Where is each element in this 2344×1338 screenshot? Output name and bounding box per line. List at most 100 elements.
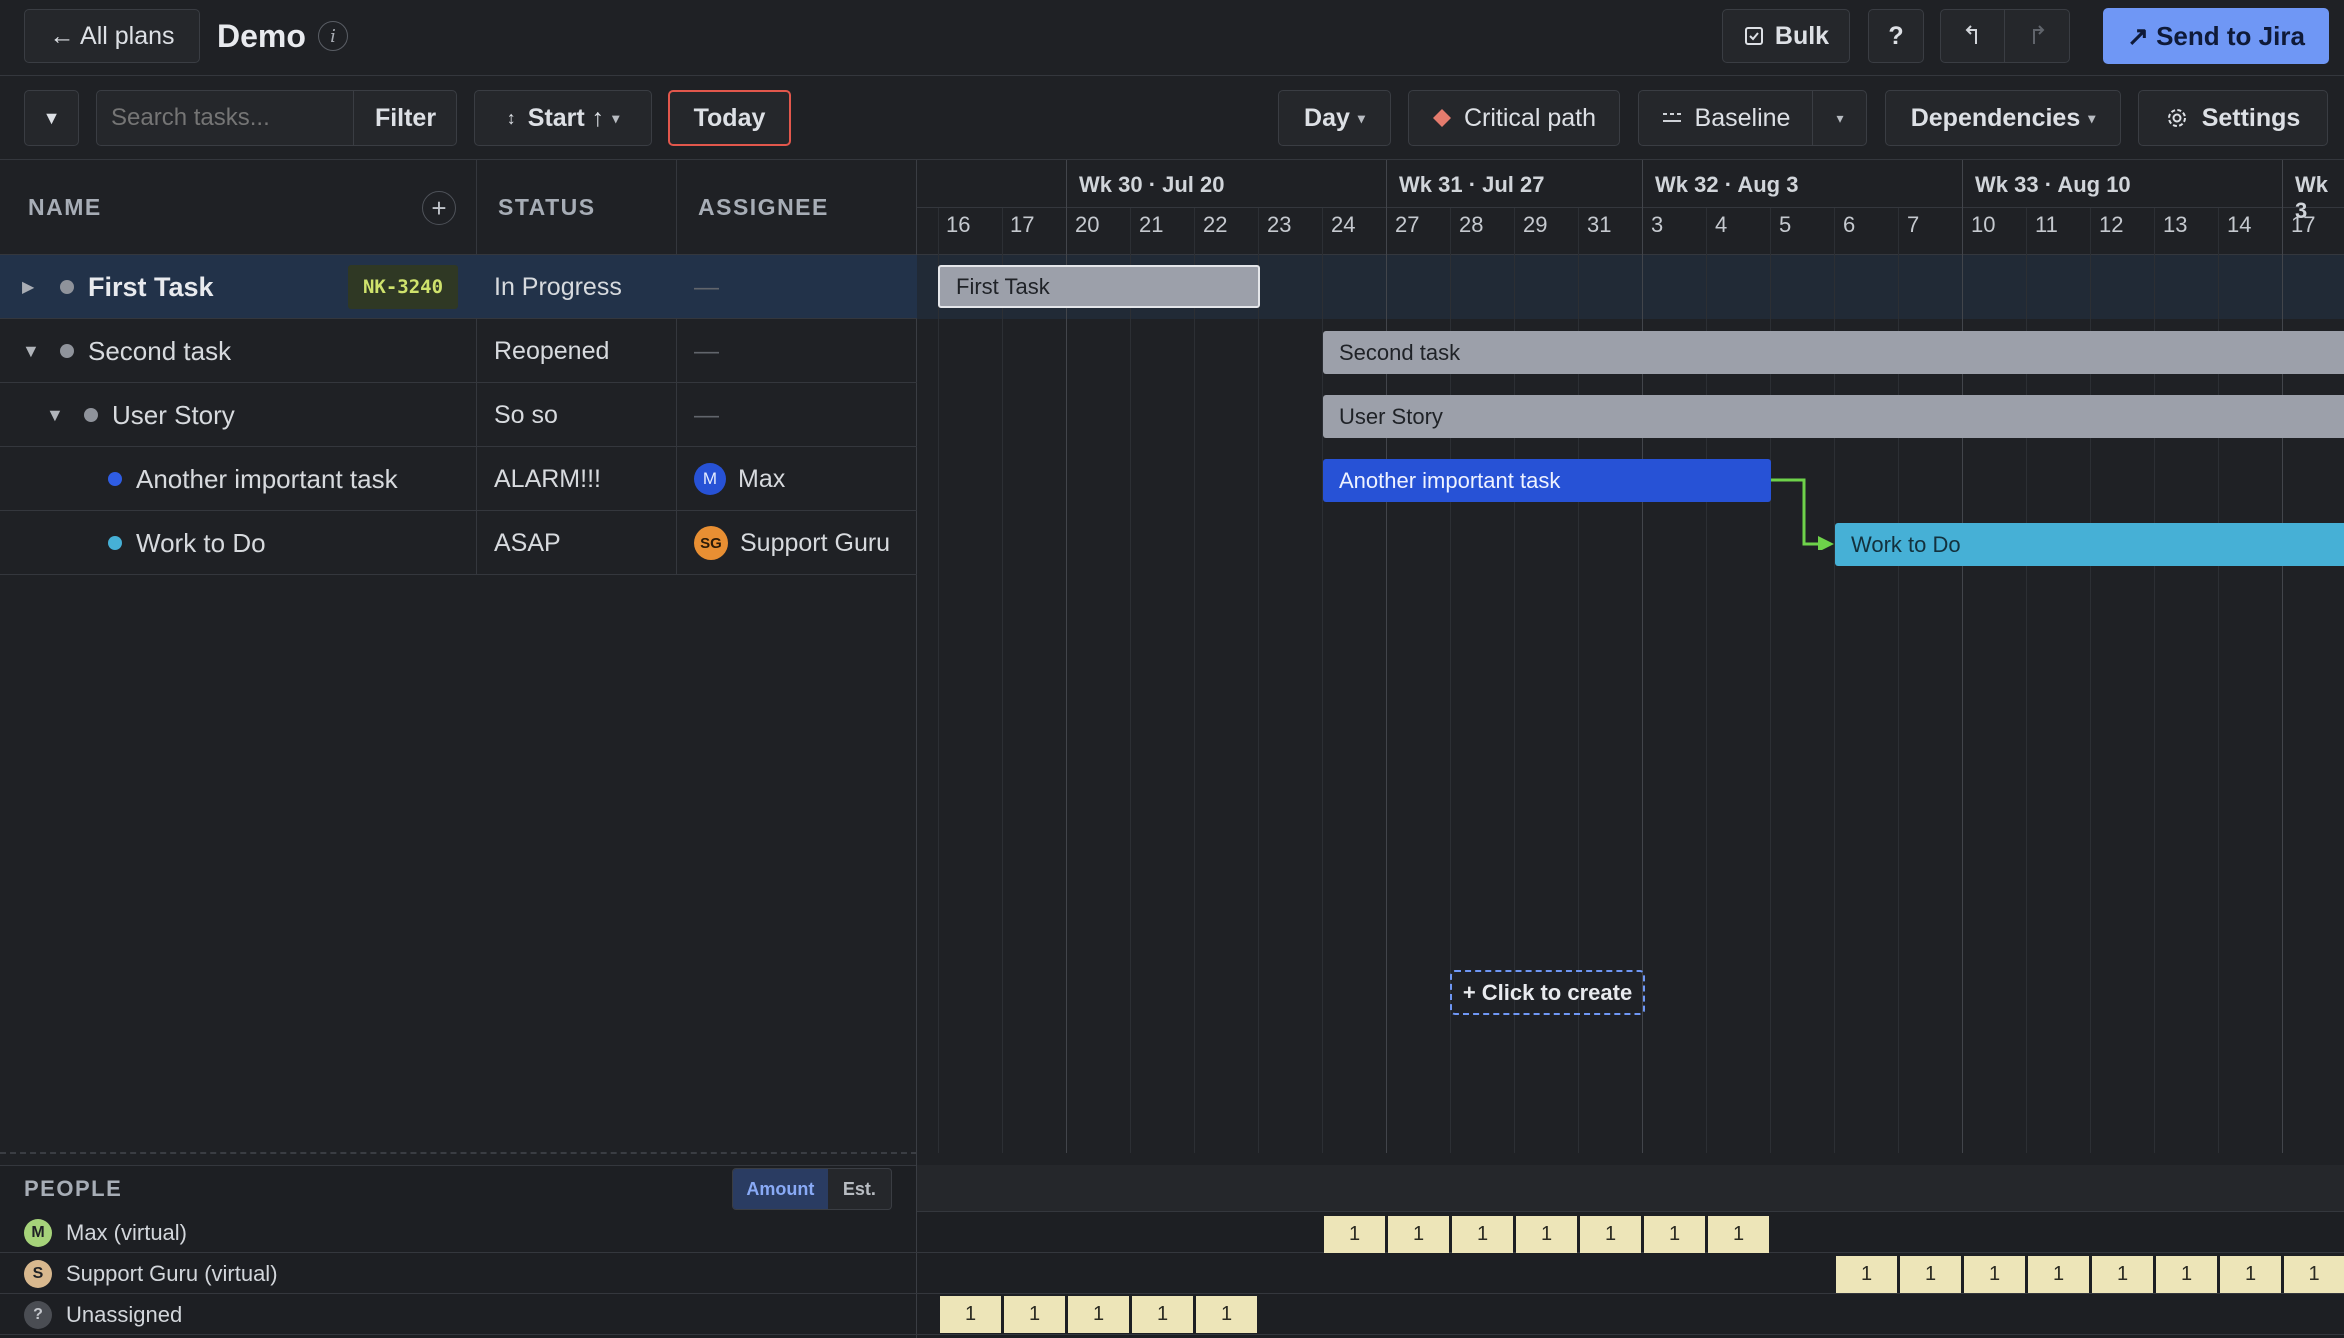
column-header-assignee[interactable]: ASSIGNEE	[698, 160, 829, 255]
baseline-label: Baseline	[1694, 103, 1791, 132]
chevron-down-icon: ▾	[2088, 109, 2096, 126]
gantt-bar-first-task[interactable]: First Task	[938, 265, 1260, 308]
toggle-amount[interactable]: Amount	[733, 1169, 828, 1209]
week-label: Wk 31 · Jul 27	[1399, 172, 1545, 197]
search-input[interactable]	[97, 91, 353, 145]
zoom-day-dropdown[interactable]: Day ▾	[1278, 90, 1391, 146]
capacity-cell[interactable]: 1	[1196, 1296, 1257, 1333]
status-dot-icon	[60, 344, 74, 358]
assignee-name: Support Guru	[740, 528, 891, 557]
status-dot-icon	[108, 536, 122, 550]
assignee-cell[interactable]: —	[694, 319, 719, 383]
capacity-cell[interactable]: 1	[1580, 1216, 1641, 1253]
dependency-arrow[interactable]	[1760, 470, 1850, 550]
capacity-cell[interactable]: 1	[1644, 1216, 1705, 1253]
capacity-cell[interactable]: 1	[2284, 1256, 2344, 1293]
redo-icon[interactable]	[2005, 10, 2069, 62]
day-label: 7	[1907, 212, 1920, 237]
avatar: S	[24, 1260, 52, 1288]
table-row[interactable]: ▼ User Story So so —	[0, 383, 917, 447]
column-header-name[interactable]: NAME	[28, 160, 102, 255]
capacity-cell[interactable]: 1	[1708, 1216, 1769, 1253]
sort-label: Start ↑	[527, 103, 605, 132]
table-row[interactable]: ▼ Second task Reopened —	[0, 319, 917, 383]
baseline-dropdown[interactable]: ▾	[1812, 91, 1867, 145]
help-button[interactable]: ?	[1868, 9, 1924, 63]
status-cell[interactable]: So so	[494, 383, 558, 447]
week-label: Wk 30 · Jul 20	[1079, 172, 1225, 197]
chevron-down-icon: ▾	[1357, 109, 1365, 126]
capacity-cell[interactable]: 1	[1452, 1216, 1513, 1253]
day-label: 12	[2099, 212, 2124, 237]
capacity-cell[interactable]: 1	[1516, 1216, 1577, 1253]
capacity-cell[interactable]: 1	[1132, 1296, 1193, 1333]
day-label: Day	[1304, 103, 1350, 132]
day-label: 6	[1843, 212, 1856, 237]
undo-button[interactable]	[1940, 9, 2070, 63]
capacity-cell[interactable]: 1	[1964, 1256, 2025, 1293]
assignee-cell[interactable]: M Max	[694, 447, 785, 511]
gantt-bar-second-task[interactable]: Second task	[1323, 331, 2344, 374]
gantt-bar-work-to-do[interactable]: Work to Do	[1835, 523, 2344, 566]
capacity-cell[interactable]: 1	[2220, 1256, 2281, 1293]
bulk-button[interactable]: Bulk	[1722, 9, 1850, 63]
collapse-all-button[interactable]: ▼	[24, 90, 79, 146]
status-cell[interactable]: Reopened	[494, 319, 609, 383]
baseline-button[interactable]: Baseline	[1639, 91, 1812, 145]
person-max[interactable]: M Max (virtual)	[24, 1216, 187, 1250]
status-cell[interactable]: ASAP	[494, 511, 561, 575]
capacity-cell[interactable]: 1	[1900, 1256, 1961, 1293]
filter-button[interactable]: Filter	[353, 91, 457, 145]
day-label: 23	[1267, 212, 1292, 237]
add-task-button[interactable]: +	[422, 191, 456, 225]
column-header-status[interactable]: STATUS	[498, 160, 596, 255]
all-plans-button[interactable]: ← All plans	[24, 9, 200, 63]
issue-key-badge[interactable]: NK-3240	[348, 265, 458, 309]
click-to-create-button[interactable]: + Click to create	[1450, 970, 1645, 1015]
status-cell[interactable]: ALARM!!!	[494, 447, 601, 511]
send-to-jira-button[interactable]: ↗ Send to Jira	[2103, 8, 2329, 64]
expand-toggle-icon[interactable]: ▼	[46, 383, 64, 447]
settings-button[interactable]: Settings	[2138, 90, 2328, 146]
capacity-cell[interactable]: 1	[1388, 1216, 1449, 1253]
task-name[interactable]: Work to Do	[136, 511, 266, 575]
capacity-cell[interactable]: 1	[1324, 1216, 1385, 1253]
undo-icon[interactable]	[1941, 10, 2005, 62]
table-row[interactable]: ▶ First Task NK-3240 In Progress —	[0, 255, 917, 319]
table-row[interactable]: Another important task ALARM!!! M Max	[0, 447, 917, 511]
capacity-cell[interactable]: 1	[2156, 1256, 2217, 1293]
people-row	[0, 1212, 2344, 1253]
capacity-cell[interactable]: 1	[2092, 1256, 2153, 1293]
gantt-bar-another-important-task[interactable]: Another important task	[1323, 459, 1771, 502]
task-name[interactable]: User Story	[112, 383, 235, 447]
assignee-cell[interactable]: —	[694, 383, 719, 447]
gantt-bar-user-story[interactable]: User Story	[1323, 395, 2344, 438]
task-name[interactable]: Second task	[88, 319, 231, 383]
day-label: 10	[1971, 212, 1996, 237]
task-name[interactable]: First Task	[88, 255, 214, 319]
critical-path-button[interactable]: Critical path	[1408, 90, 1620, 146]
capacity-cell[interactable]: 1	[1068, 1296, 1129, 1333]
person-name: Support Guru (virtual)	[66, 1261, 278, 1286]
capacity-cell[interactable]: 1	[2028, 1256, 2089, 1293]
dependencies-dropdown[interactable]: Dependencies ▾	[1885, 90, 2121, 146]
expand-toggle-icon[interactable]: ▶	[22, 255, 34, 319]
assignee-cell[interactable]: —	[694, 255, 719, 319]
table-row[interactable]: Work to Do ASAP SG Support Guru	[0, 511, 917, 575]
expand-toggle-icon[interactable]: ▼	[22, 319, 40, 383]
sort-button[interactable]: ↕ Start ↑ ▾	[474, 90, 652, 146]
week-label: Wk 32 · Aug 3	[1655, 172, 1799, 197]
capacity-cell[interactable]: 1	[1836, 1256, 1897, 1293]
capacity-cell[interactable]: 1	[940, 1296, 1001, 1333]
day-label: 4	[1715, 212, 1728, 237]
today-button[interactable]: Today	[668, 90, 791, 146]
toggle-est[interactable]: Est.	[828, 1169, 891, 1209]
info-icon[interactable]: i	[318, 21, 348, 51]
person-support-guru[interactable]: S Support Guru (virtual)	[24, 1257, 278, 1291]
person-unassigned[interactable]: ? Unassigned	[24, 1298, 182, 1332]
people-header-right	[917, 1165, 2344, 1212]
status-cell[interactable]: In Progress	[494, 255, 622, 319]
assignee-cell[interactable]: SG Support Guru	[694, 511, 890, 575]
capacity-cell[interactable]: 1	[1004, 1296, 1065, 1333]
task-name[interactable]: Another important task	[136, 447, 398, 511]
